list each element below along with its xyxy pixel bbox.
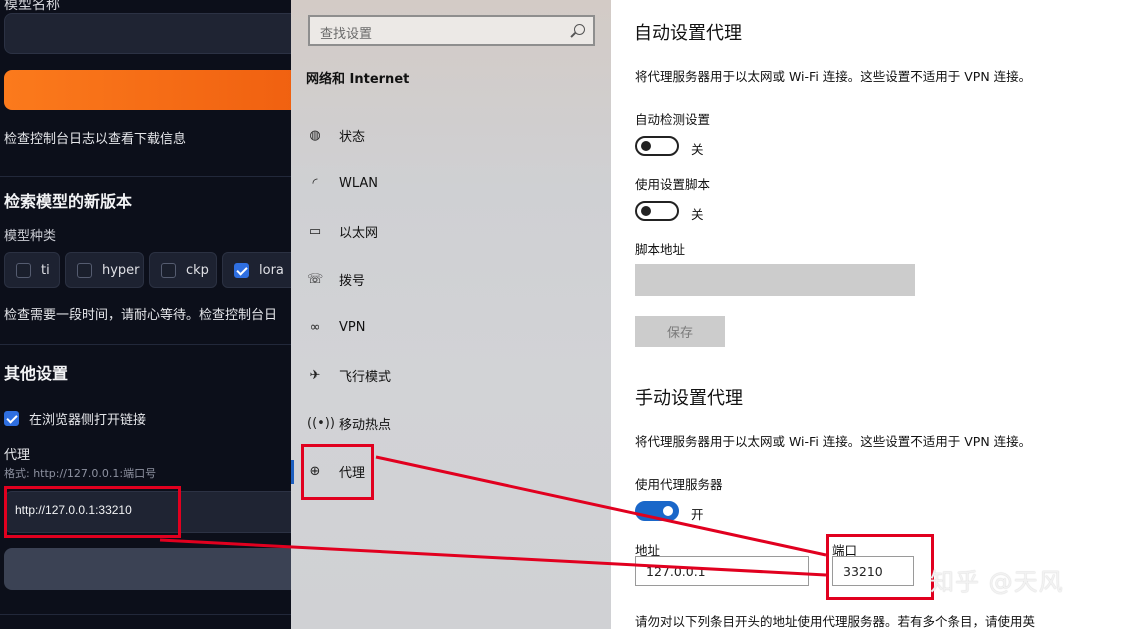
nav-item-hotspot[interactable]: ((•)) 移动热点 (291, 403, 611, 443)
divider (0, 344, 291, 345)
nav-item-dialup[interactable]: ☏ 拨号 (291, 259, 611, 299)
settings-nav: 查找设置 网络和 Internet ◍ 状态 ◜ WLAN ▭ 以太网 ☏ 拨号… (291, 0, 611, 629)
save-button[interactable]: 保存 (635, 316, 725, 347)
proxy-label: 代理 (4, 448, 31, 463)
nav-item-airplane[interactable]: ✈ 飞行模式 (291, 355, 611, 395)
chip-label: ti (41, 262, 50, 278)
wait-text: 检查需要一段时间，请耐心等待。检查控制台日 (4, 308, 278, 323)
ethernet-icon: ▭ (308, 223, 322, 239)
model-name-label: 模型名称 (4, 0, 60, 13)
download-button[interactable] (4, 70, 291, 110)
use-script-state: 关 (691, 207, 704, 222)
checkbox-checked-icon[interactable] (4, 411, 19, 426)
model-type-label: 模型种类 (4, 229, 57, 244)
manual-proxy-heading: 手动设置代理 (635, 388, 743, 409)
model-type-lora[interactable]: lora (222, 252, 291, 288)
search-placeholder: 查找设置 (320, 27, 373, 42)
auto-detect-label: 自动检测设置 (635, 112, 711, 127)
nav-item-label: 飞行模式 (339, 369, 392, 385)
nav-item-wlan[interactable]: ◜ WLAN (291, 163, 611, 203)
auto-detect-toggle[interactable] (635, 136, 679, 156)
use-proxy-state: 开 (691, 507, 704, 522)
nav-item-label: 拨号 (339, 273, 366, 289)
nav-item-status[interactable]: ◍ 状态 (291, 115, 611, 155)
checkbox-icon[interactable] (77, 262, 92, 278)
checkbox-icon[interactable] (161, 262, 176, 278)
nav-item-label: 状态 (339, 129, 366, 145)
divider (0, 176, 291, 177)
wifi-icon: ◜ (312, 175, 318, 191)
chip-label: hyper (102, 262, 140, 278)
nav-item-label: VPN (339, 319, 366, 335)
checkbox-checked-icon[interactable] (234, 262, 249, 278)
console-info-text: 检查控制台日志以查看下载信息 (4, 132, 187, 147)
hotspot-icon: ((•)) (307, 415, 335, 431)
auto-proxy-heading: 自动设置代理 (634, 23, 742, 44)
nav-section-title: 网络和 Internet (306, 72, 410, 87)
nav-item-vpn[interactable]: ∞ VPN (291, 307, 611, 347)
nav-item-label: 以太网 (339, 225, 379, 241)
nav-item-ethernet[interactable]: ▭ 以太网 (291, 211, 611, 251)
checkbox-icon[interactable] (16, 262, 31, 278)
apply-button[interactable] (4, 548, 291, 590)
highlight-proxy-input (4, 486, 181, 538)
divider (0, 614, 291, 615)
airplane-icon: ✈ (309, 367, 321, 383)
model-name-input[interactable] (4, 13, 291, 54)
bypass-description: 请勿对以下列条目开头的地址使用代理服务器。若有多个条目，请使用英 (635, 614, 1036, 629)
highlight-port-field (826, 534, 934, 600)
highlight-proxy-nav (301, 444, 374, 500)
use-script-toggle[interactable] (635, 201, 679, 221)
use-proxy-label: 使用代理服务器 (635, 477, 723, 492)
search-icon[interactable] (574, 24, 585, 35)
model-type-ti[interactable]: ti (4, 252, 60, 288)
model-type-hyper[interactable]: hyper (65, 252, 144, 288)
watermark: 知乎 @天风 (930, 568, 1064, 596)
auto-detect-state: 关 (691, 142, 704, 157)
proxy-hint: 格式: http://127.0.0.1:端口号 (4, 467, 157, 480)
script-address-label: 脚本地址 (635, 242, 686, 257)
open-in-browser-label: 在浏览器侧打开链接 (29, 413, 147, 428)
chip-label: ckp (186, 262, 209, 278)
script-address-input[interactable] (635, 264, 915, 296)
globe-status-icon: ◍ (309, 127, 321, 143)
address-input[interactable]: 127.0.0.1 (635, 556, 809, 586)
use-proxy-toggle[interactable] (635, 501, 679, 521)
manual-proxy-description: 将代理服务器用于以太网或 Wi-Fi 连接。这些设置不适用于 VPN 连接。 (635, 434, 1032, 449)
check-new-heading: 检索模型的新版本 (4, 192, 133, 211)
open-in-browser-option[interactable]: 在浏览器侧打开链接 (4, 409, 146, 428)
vpn-icon: ∞ (309, 319, 321, 335)
use-script-label: 使用设置脚本 (635, 177, 711, 192)
other-settings-heading: 其他设置 (4, 364, 69, 383)
chip-label: lora (259, 262, 284, 278)
nav-item-label: 移动热点 (339, 417, 392, 433)
search-input[interactable]: 查找设置 (308, 15, 595, 46)
model-type-ckp[interactable]: ckp (149, 252, 217, 288)
dialup-icon: ☏ (307, 271, 324, 287)
nav-item-label: WLAN (339, 175, 379, 191)
auto-proxy-description: 将代理服务器用于以太网或 Wi-Fi 连接。这些设置不适用于 VPN 连接。 (635, 69, 1032, 84)
